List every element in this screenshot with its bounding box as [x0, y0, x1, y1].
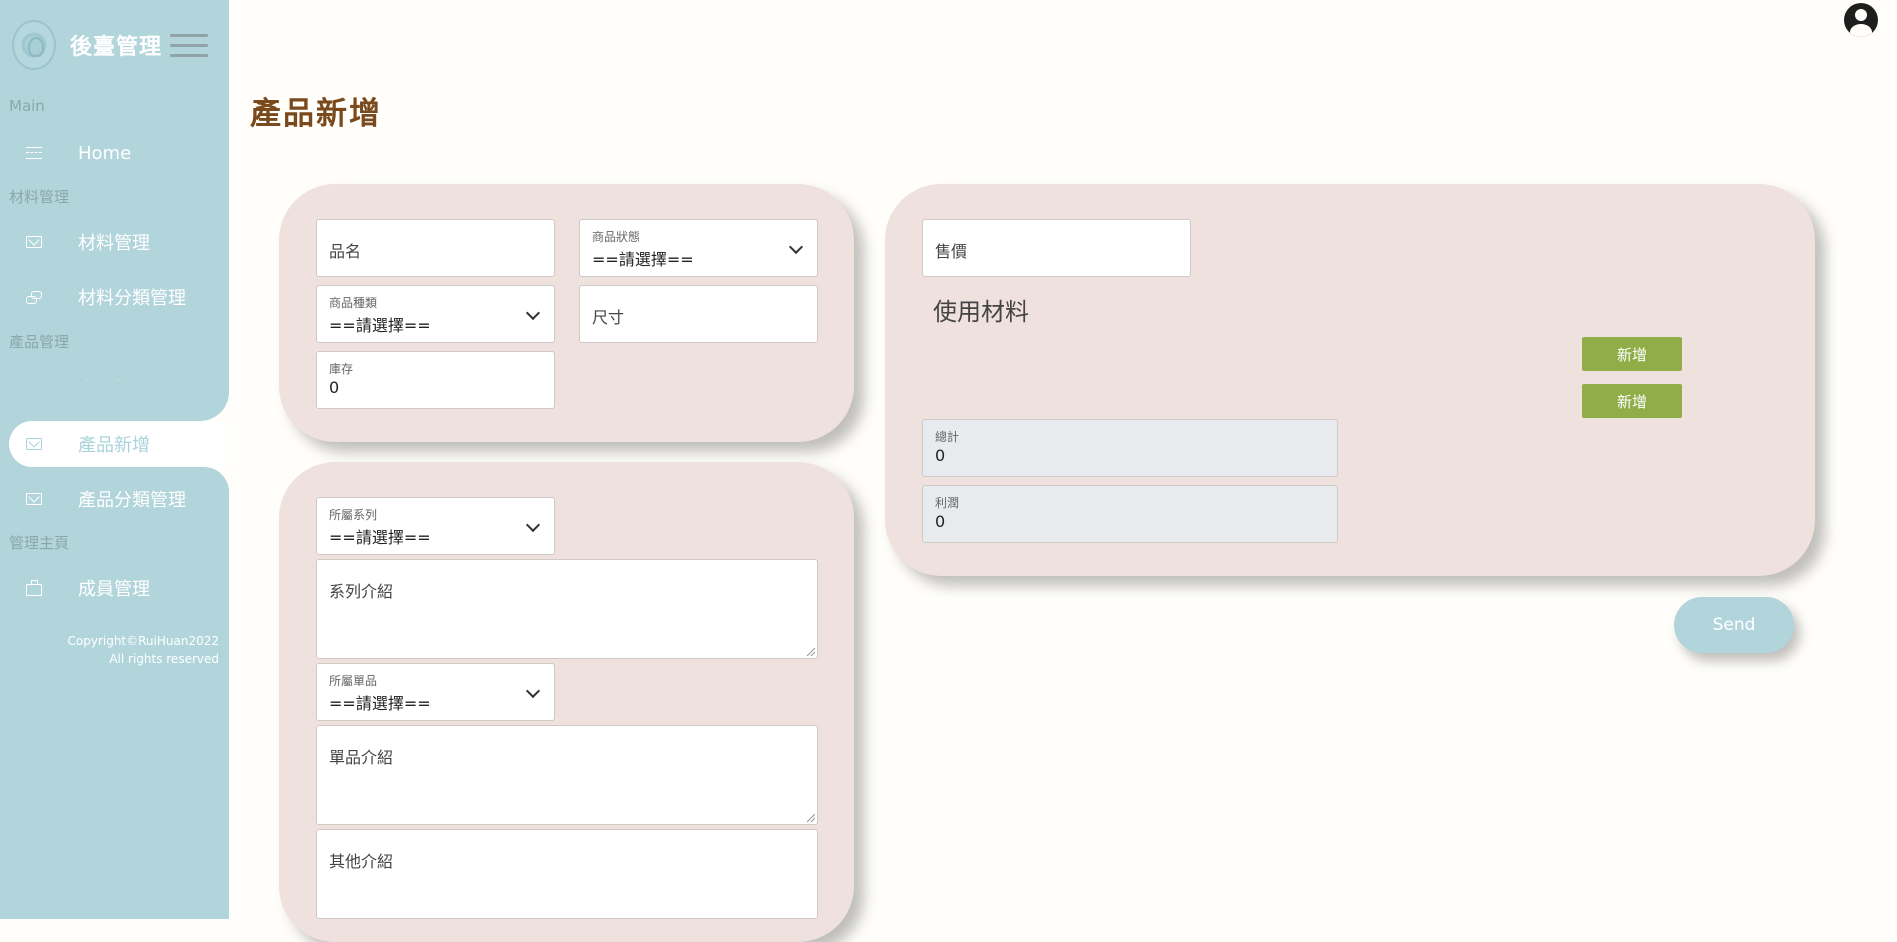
item-intro-textarea[interactable]: 單品介紹: [316, 725, 818, 825]
hamburger-menu-icon[interactable]: [170, 34, 208, 60]
resize-handle-icon[interactable]: [807, 648, 815, 656]
item-label: 所屬單品: [329, 674, 378, 688]
active-notch: [0, 380, 229, 421]
chevron-down-icon: [525, 683, 541, 699]
envelope-icon: [26, 236, 42, 248]
product-type-select[interactable]: 商品種類 ==請選擇==: [316, 285, 555, 343]
sidebar-item-label: 產品新增: [78, 435, 150, 456]
total-value: 0: [935, 446, 946, 465]
product-type-value: ==請選擇==: [329, 316, 431, 335]
sidebar-item-label: Home: [78, 142, 132, 164]
brand: 後臺管理: [12, 20, 162, 70]
series-value: ==請選擇==: [329, 528, 431, 547]
profit-field: 利潤 0: [922, 485, 1338, 543]
section-label-main: Main: [9, 97, 45, 115]
series-intro-textarea[interactable]: 系列介紹: [316, 559, 818, 659]
sidebar-item-home[interactable]: Home: [0, 130, 229, 176]
stock-value: 0: [329, 378, 340, 397]
item-select[interactable]: 所屬單品 ==請選擇==: [316, 663, 555, 721]
stock-label: 庫存: [329, 362, 354, 376]
envelope-icon: [26, 493, 42, 505]
section-label-materials: 材料管理: [9, 188, 70, 206]
chevron-down-icon: [525, 305, 541, 321]
item-value: ==請選擇==: [329, 694, 431, 713]
sidebar-item-add-product[interactable]: 產品新增: [9, 421, 229, 467]
product-name-input[interactable]: 品名: [316, 219, 555, 277]
user-avatar-icon[interactable]: [1844, 3, 1878, 37]
other-intro-textarea[interactable]: 其他介紹: [316, 829, 818, 919]
sidebar-item-label: 材料管理: [78, 233, 150, 254]
resize-handle-icon[interactable]: [807, 814, 815, 822]
product-type-label: 商品種類: [329, 296, 378, 310]
price-placeholder: 售價: [935, 242, 968, 261]
sidebar-item-label: 成員管理: [78, 579, 150, 600]
sidebar-item-product-categories[interactable]: 產品分類管理: [0, 476, 229, 522]
copyright-line: Copyright©RuiHuan2022: [67, 634, 220, 648]
page-title: 產品新增: [250, 96, 382, 132]
size-input[interactable]: 尺寸: [579, 285, 818, 343]
product-name-placeholder: 品名: [329, 242, 362, 261]
link-icon: [26, 291, 42, 304]
stock-input[interactable]: 庫存 0: [316, 351, 555, 409]
materials-heading: 使用材料: [933, 298, 1029, 326]
profit-label: 利潤: [935, 496, 960, 510]
sidebar-item-materials[interactable]: 材料管理: [0, 219, 229, 265]
total-label: 總計: [935, 430, 960, 444]
chevron-down-icon: [788, 239, 804, 255]
chevron-down-icon: [525, 517, 541, 533]
product-status-label: 商品狀態: [592, 230, 641, 244]
sidebar-item-label: 產品分類管理: [78, 490, 186, 511]
product-status-select[interactable]: 商品狀態 ==請選擇==: [579, 219, 818, 277]
series-select[interactable]: 所屬系列 ==請選擇==: [316, 497, 555, 555]
add-material-button-2[interactable]: 新增: [1582, 384, 1682, 418]
price-input[interactable]: 售價: [922, 219, 1191, 277]
size-placeholder: 尺寸: [592, 308, 625, 327]
product-status-value: ==請選擇==: [592, 250, 694, 269]
copyright-line: All rights reserved: [109, 652, 219, 666]
logo-icon: [12, 20, 56, 70]
brand-title: 後臺管理: [70, 35, 163, 60]
description-card: 所屬系列 ==請選擇== 系列介紹 所屬單品 ==請選擇== 單品介紹 其他介紹: [279, 462, 854, 942]
total-field: 總計 0: [922, 419, 1338, 477]
series-label: 所屬系列: [329, 508, 378, 522]
section-label-products: 產品管理: [9, 333, 70, 351]
sidebar-item-members[interactable]: 成員管理: [0, 565, 229, 611]
send-button[interactable]: Send: [1674, 597, 1794, 653]
profit-value: 0: [935, 512, 946, 531]
section-label-admin: 管理主頁: [9, 534, 70, 552]
pricing-card: 售價 使用材料 新增 新增 總計 0 利潤 0: [885, 184, 1815, 576]
other-intro-placeholder: 其他介紹: [329, 852, 394, 871]
envelope-icon: [26, 438, 42, 450]
item-intro-placeholder: 單品介紹: [329, 748, 394, 767]
copyright: Copyright©RuiHuan2022 All rights reserve…: [9, 632, 220, 668]
series-intro-placeholder: 系列介紹: [329, 582, 394, 601]
basic-info-card: 品名 商品狀態 ==請選擇== 商品種類 ==請選擇== 尺寸 庫存 0: [279, 184, 854, 442]
sidebar-item-material-categories[interactable]: 材料分類管理: [0, 274, 229, 320]
home-icon: [26, 147, 42, 159]
add-material-button[interactable]: 新增: [1582, 337, 1682, 371]
sidebar-item-label: 材料分類管理: [78, 288, 186, 309]
sidebar: 後臺管理 Main Home 材料管理 材料管理 材料分類管理 產品管理 產品管…: [0, 0, 229, 919]
briefcase-icon: [26, 580, 42, 596]
